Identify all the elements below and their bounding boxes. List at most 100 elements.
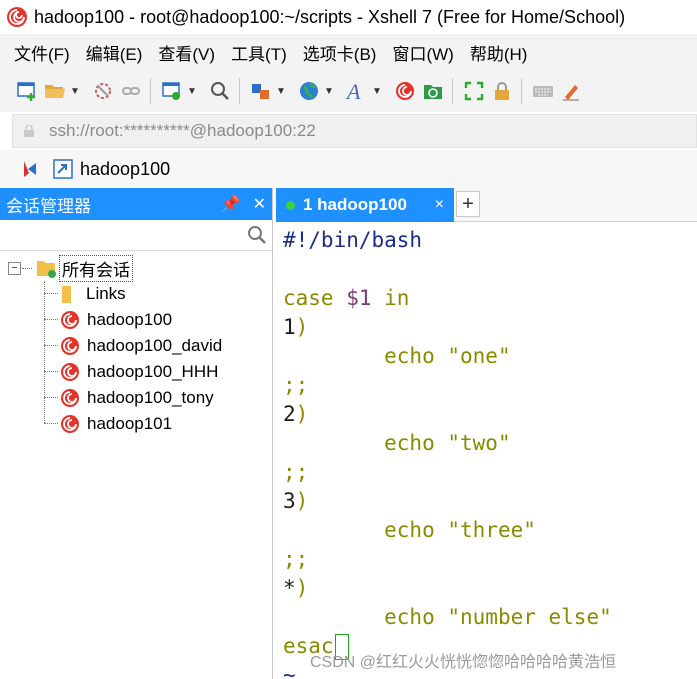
new-session-button[interactable]: [14, 78, 40, 104]
session-manager: 会话管理器 📌 ✕ − 所有会话 Links hadoop100 hadoop1…: [0, 188, 273, 679]
close-icon[interactable]: ✕: [253, 194, 266, 214]
address-bar[interactable]: ssh://root:**********@hadoop100:22: [12, 114, 697, 148]
terminal-line: echo "two": [283, 429, 511, 457]
tab-label: 1 hadoop100: [303, 195, 407, 214]
tree-item[interactable]: hadoop100_tony: [58, 385, 214, 411]
folder-icon: [37, 261, 56, 278]
window-gear-icon: [162, 82, 180, 100]
collapse-toggle-icon[interactable]: −: [8, 261, 21, 275]
tab-strip: 1 hadoop100 × +: [276, 188, 697, 222]
close-icon[interactable]: ×: [435, 196, 444, 214]
search-icon[interactable]: [246, 224, 268, 246]
watermark: CSDN @红红火火恍恍惚惚哈哈哈哈黄浩恒: [310, 654, 617, 671]
tree-root-label: 所有会话: [59, 254, 133, 282]
highlight-button[interactable]: [558, 78, 584, 104]
window-title: hadoop100 - root@hadoop100:~/scripts - X…: [34, 6, 626, 27]
new-tab-button[interactable]: +: [456, 191, 480, 217]
terminal-text: ): [295, 576, 309, 600]
terminal-text: "number else": [447, 605, 612, 629]
terminal-text: case: [283, 286, 347, 310]
tree-item-label: hadoop100_david: [87, 336, 223, 355]
find-button[interactable]: [207, 78, 233, 104]
terminal[interactable]: #!/bin/bash case $1 in 1) echo "one";; 2) e…: [276, 222, 697, 679]
tree-item-label: hadoop100_HHH: [87, 362, 219, 381]
chevron-down-icon[interactable]: ▼: [372, 86, 382, 97]
fullscreen-button[interactable]: [461, 78, 487, 104]
menu-file[interactable]: 文件(F): [14, 40, 70, 65]
terminal-text: in: [371, 286, 410, 310]
session-bar-label[interactable]: hadoop100: [80, 159, 170, 180]
svg-text:A: A: [345, 80, 361, 102]
session-properties-button[interactable]: [159, 78, 185, 104]
tree-item[interactable]: hadoop100_david: [58, 333, 222, 359]
xshell-button[interactable]: [392, 78, 418, 104]
terminal-line: 1): [283, 313, 308, 341]
chevron-down-icon[interactable]: ▼: [187, 86, 197, 97]
terminal-line: ;;: [283, 545, 308, 573]
toolbar-divider: [239, 78, 240, 104]
disconnect-button[interactable]: [90, 78, 116, 104]
tree-item[interactable]: hadoop100: [58, 307, 172, 333]
tree-item-label: hadoop100_tony: [87, 388, 214, 407]
menu-bar: 文件(F) 编辑(E) 查看(V) 工具(T) 选项卡(B) 窗口(W) 帮助(…: [0, 34, 697, 70]
xftp-icon: [424, 85, 442, 99]
xftp-button[interactable]: [420, 78, 446, 104]
link-icon: [122, 87, 140, 95]
menu-window[interactable]: 窗口(W): [392, 40, 453, 65]
tree-connector: [44, 319, 58, 320]
tree-connector: [44, 293, 58, 294]
tree-connector: [44, 423, 58, 424]
terminal-text: "two": [447, 431, 511, 455]
tree-item[interactable]: hadoop101: [58, 411, 172, 437]
xshell-session-icon: [61, 337, 79, 355]
tree-item[interactable]: hadoop100_HHH: [58, 359, 218, 385]
session-search-input[interactable]: [0, 220, 272, 251]
toolbar: ▼ ▼ ▼ ▼ A ▼: [0, 70, 697, 112]
tree-item[interactable]: Links: [58, 281, 126, 307]
terminal-text: 1: [283, 315, 296, 339]
globe-icon: [300, 82, 318, 100]
session-link-icon[interactable]: [52, 158, 74, 180]
terminal-text: $1: [346, 286, 372, 310]
transfer-button[interactable]: [248, 78, 274, 104]
terminal-line: 3): [283, 487, 308, 515]
menu-help[interactable]: 帮助(H): [470, 40, 528, 65]
xshell-session-icon: [61, 311, 79, 329]
menu-tab[interactable]: 选项卡(B): [303, 40, 377, 65]
folder-icon: [62, 286, 71, 303]
disconnect-icon: [95, 83, 111, 99]
toolbar-divider: [150, 78, 151, 104]
reconnect-button[interactable]: [118, 78, 144, 104]
terminal-text: 2: [283, 402, 296, 426]
chevron-down-icon[interactable]: ▼: [276, 86, 286, 97]
chevron-down-icon[interactable]: ▼: [324, 86, 334, 97]
xshell-logo-icon: [396, 82, 414, 100]
terminal-text: ): [295, 315, 309, 339]
lock-button[interactable]: [489, 78, 515, 104]
fullscreen-icon: [464, 81, 484, 101]
toolbar-divider: [452, 78, 453, 104]
folder-open-icon: [45, 85, 65, 98]
menu-edit[interactable]: 编辑(E): [86, 40, 143, 65]
chevron-down-icon[interactable]: ▼: [70, 86, 80, 97]
font-button[interactable]: A: [344, 78, 370, 104]
terminal-text: "three": [447, 518, 536, 542]
pin-icon[interactable]: 📌: [221, 194, 241, 214]
tree-root[interactable]: − 所有会话: [8, 254, 133, 282]
tab-hadoop100[interactable]: 1 hadoop100 ×: [276, 188, 454, 222]
font-icon: A: [345, 80, 361, 102]
xshell-session-icon: [61, 389, 79, 407]
terminal-line: ~: [283, 661, 296, 679]
terminal-text: echo: [283, 518, 448, 542]
keyboard-button[interactable]: [530, 78, 556, 104]
session-tree: − 所有会话 Links hadoop100 hadoop100_david h…: [0, 251, 272, 433]
terminal-text: ;;: [283, 373, 309, 397]
bookmark-arrow-icon[interactable]: [20, 158, 42, 180]
globe-button[interactable]: [296, 78, 322, 104]
open-folder-button[interactable]: [42, 78, 68, 104]
address-field[interactable]: ssh://root:**********@hadoop100:22: [49, 121, 316, 141]
menu-tools[interactable]: 工具(T): [231, 40, 287, 65]
menu-view[interactable]: 查看(V): [158, 40, 215, 65]
terminal-line: ;;: [283, 371, 308, 399]
terminal-text: echo: [283, 431, 448, 455]
